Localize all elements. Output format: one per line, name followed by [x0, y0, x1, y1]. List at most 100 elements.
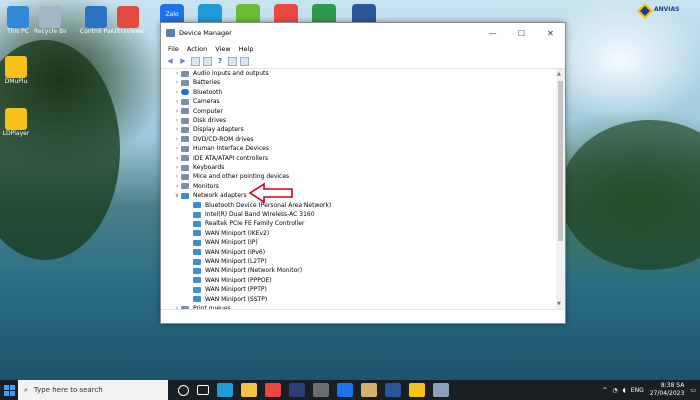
title-bar[interactable]: Device Manager — ☐ ✕: [161, 23, 565, 43]
clock[interactable]: 8:38 SA 27/04/2023: [650, 382, 685, 398]
start-button[interactable]: [0, 380, 18, 400]
tree-item-label: WAN Miniport (IPv6): [205, 248, 266, 256]
desktop-icon[interactable]: Ultraviewer: [112, 6, 144, 35]
desktop-icon[interactable]: Recycle Bin: [34, 6, 66, 35]
tray-up-arrow-icon[interactable]: ^: [602, 387, 607, 394]
tree-category[interactable]: › Bluetooth: [173, 88, 222, 97]
collapsed-chevron-icon[interactable]: ›: [173, 126, 181, 133]
desktop-icon[interactable]: LDPlayer: [0, 108, 32, 137]
network-adapter-item[interactable]: WAN Miniport (PPPOE): [185, 276, 272, 285]
app-icon[interactable]: [313, 383, 329, 397]
network-adapter-item[interactable]: WAN Miniport (IP): [185, 238, 258, 247]
toolbar: ◀ ▶ ?: [161, 54, 565, 69]
word-taskbar-icon[interactable]: [385, 383, 401, 397]
device-category-icon: [181, 145, 189, 152]
collapsed-chevron-icon[interactable]: ›: [173, 108, 181, 115]
explorer-icon[interactable]: [241, 383, 257, 397]
tree-category[interactable]: ∨ Network adapters: [173, 191, 247, 200]
collapsed-chevron-icon[interactable]: ›: [173, 89, 181, 96]
desktop-icon[interactable]: This PC: [2, 6, 34, 35]
tree-category[interactable]: › Computer: [173, 107, 223, 116]
paint-icon[interactable]: [361, 383, 377, 397]
desktop: This PC Recycle Bin Control PanelUltraview…: [0, 0, 700, 400]
expanded-chevron-icon[interactable]: ∨: [173, 192, 181, 199]
ldplayer-taskbar-icon[interactable]: [409, 383, 425, 397]
menu-file[interactable]: File: [164, 45, 183, 53]
tree-category[interactable]: › Display adapters: [173, 125, 244, 134]
minimize-button[interactable]: —: [478, 29, 507, 38]
close-button[interactable]: ✕: [536, 29, 565, 38]
collapsed-chevron-icon[interactable]: ›: [173, 79, 181, 86]
collapsed-chevron-icon[interactable]: ›: [173, 183, 181, 190]
device-category-icon: [181, 136, 189, 143]
language-indicator[interactable]: ENG: [631, 387, 644, 394]
taskbar: ⌕ Type here to search ^ ◔ ◖ ENG 8:38 SA …: [0, 380, 700, 400]
tree-category[interactable]: › Human Interface Devices: [173, 144, 269, 153]
menu-view[interactable]: View: [211, 45, 234, 53]
volume-icon[interactable]: ◖: [623, 387, 626, 394]
properties-icon[interactable]: [191, 56, 200, 66]
help-icon[interactable]: ?: [215, 57, 225, 66]
tree-category[interactable]: › Cameras: [173, 97, 220, 106]
chrome-taskbar-icon[interactable]: [265, 383, 281, 397]
devmgr-taskbar-icon[interactable]: [433, 383, 449, 397]
network-adapter-item[interactable]: WAN Miniport (L2TP): [185, 257, 267, 266]
network-adapter-item[interactable]: WAN Miniport (Network Monitor): [185, 266, 302, 275]
network-adapter-item[interactable]: WAN Miniport (IKEv2): [185, 229, 269, 238]
vertical-scrollbar[interactable]: ▲ ▼: [556, 69, 565, 309]
monitor-icon[interactable]: [240, 56, 249, 66]
tree-category[interactable]: › IDE ATA/ATAPI controllers: [173, 154, 268, 163]
network-icon[interactable]: ◔: [612, 387, 617, 394]
view-icon[interactable]: [203, 56, 212, 66]
tree-item-label: Network adapters: [193, 192, 247, 200]
device-manager-window[interactable]: Device Manager — ☐ ✕ File Action View Help …: [160, 22, 566, 324]
desktop-icon-label: This PC: [7, 28, 29, 35]
back-arrow-icon[interactable]: ◀: [165, 57, 175, 66]
desktop-icon-label: LDPlayer: [2, 130, 30, 137]
network-adapter-item[interactable]: Intel(R) Dual Band Wireless-AC 3160: [185, 210, 315, 219]
zalo-taskbar-icon[interactable]: [337, 383, 353, 397]
menu-action[interactable]: Action: [183, 45, 211, 53]
tree-category[interactable]: › Monitors: [173, 182, 219, 191]
tree-category[interactable]: › DVD/CD-ROM drives: [173, 135, 254, 144]
menu-help[interactable]: Help: [235, 45, 258, 53]
edge-taskbar-icon[interactable]: [217, 383, 233, 397]
network-adapter-icon: [193, 230, 201, 237]
collapsed-chevron-icon[interactable]: ›: [173, 145, 181, 152]
background-tree: [560, 120, 700, 270]
collapsed-chevron-icon[interactable]: ›: [173, 136, 181, 143]
photoshop-icon[interactable]: [289, 383, 305, 397]
notifications-icon[interactable]: ▭: [690, 387, 696, 394]
scroll-down-icon[interactable]: ▼: [557, 301, 561, 307]
collapsed-chevron-icon[interactable]: ›: [173, 173, 181, 180]
collapsed-chevron-icon[interactable]: ›: [173, 117, 181, 124]
cortana-icon[interactable]: [178, 384, 189, 396]
desktop-icon[interactable]: DMuPlu: [0, 56, 32, 85]
desktop-icon-image: [85, 6, 107, 28]
tree-category[interactable]: › Keyboards: [173, 163, 225, 172]
network-adapter-item[interactable]: Realtek PCIe FE Family Controller: [185, 219, 304, 228]
collapsed-chevron-icon[interactable]: ›: [173, 98, 181, 105]
tree-category[interactable]: › Batteries: [173, 78, 220, 87]
network-adapter-item[interactable]: WAN Miniport (SSTP): [185, 295, 267, 304]
collapsed-chevron-icon[interactable]: ›: [173, 164, 181, 171]
task-view-icon[interactable]: [197, 385, 209, 395]
device-category-icon: [181, 108, 189, 115]
taskbar-search[interactable]: ⌕ Type here to search: [18, 380, 168, 400]
network-adapter-item[interactable]: WAN Miniport (PPTP): [185, 285, 267, 294]
collapsed-chevron-icon[interactable]: ›: [173, 155, 181, 162]
update-driver-icon[interactable]: [228, 56, 237, 66]
tree-category[interactable]: › Audio inputs and outputs: [173, 69, 269, 78]
tree-category[interactable]: › Disk drives: [173, 116, 226, 125]
scroll-up-icon[interactable]: ▲: [557, 71, 561, 77]
network-adapter-item[interactable]: WAN Miniport (IPv6): [185, 248, 265, 257]
desktop-icon[interactable]: Control Panel: [80, 6, 112, 35]
scrollbar-thumb[interactable]: [558, 81, 563, 241]
tree-category[interactable]: › Mice and other pointing devices: [173, 172, 289, 181]
collapsed-chevron-icon[interactable]: ›: [173, 70, 181, 77]
desktop-icon-image: [39, 6, 61, 28]
forward-arrow-icon[interactable]: ▶: [178, 57, 188, 66]
menu-bar: File Action View Help: [161, 43, 565, 54]
maximize-button[interactable]: ☐: [507, 29, 536, 38]
tree-item-label: WAN Miniport (PPPOE): [205, 276, 272, 284]
